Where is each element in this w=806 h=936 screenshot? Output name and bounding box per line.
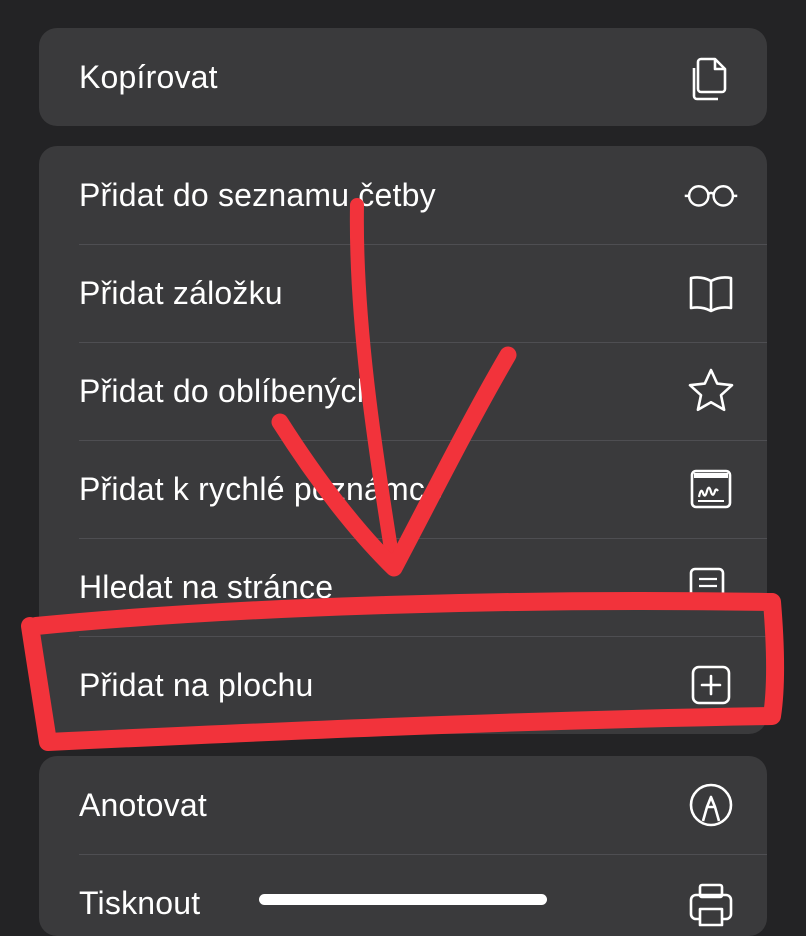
copy-icon <box>683 49 739 105</box>
menu-item-label: Tisknout <box>79 884 201 921</box>
book-icon <box>683 265 739 321</box>
menu-item-find-on-page[interactable]: Hledat na stránce <box>39 538 767 636</box>
menu-group-actions: Anotovat Tisknout <box>39 756 767 936</box>
star-icon <box>683 363 739 419</box>
printer-icon <box>683 875 739 931</box>
menu-item-quick-note[interactable]: Přidat k rychlé poznámce <box>39 440 767 538</box>
menu-item-add-to-home-screen[interactable]: Přidat na plochu <box>39 636 767 734</box>
find-in-page-icon <box>683 559 739 615</box>
menu-item-label: Přidat na plochu <box>79 666 314 703</box>
menu-item-copy[interactable]: Kopírovat <box>39 28 767 126</box>
menu-item-label: Hledat na stránce <box>79 568 334 605</box>
menu-item-markup[interactable]: Anotovat <box>39 756 767 854</box>
menu-item-favorites[interactable]: Přidat do oblíbených <box>39 342 767 440</box>
quick-note-icon <box>683 461 739 517</box>
glasses-icon <box>683 167 739 223</box>
menu-item-bookmark[interactable]: Přidat záložku <box>39 244 767 342</box>
menu-item-label: Přidat do oblíbených <box>79 372 375 409</box>
menu-group-add: Přidat do seznamu četby Přidat záložku P… <box>39 146 767 734</box>
menu-item-label: Kopírovat <box>79 58 218 95</box>
menu-group-copy: Kopírovat <box>39 28 767 126</box>
menu-item-label: Přidat záložku <box>79 274 283 311</box>
menu-item-label: Přidat k rychlé poznámce <box>79 470 444 507</box>
menu-item-label: Anotovat <box>79 786 207 823</box>
markup-icon <box>683 777 739 833</box>
add-square-icon <box>683 657 739 713</box>
menu-item-reading-list[interactable]: Přidat do seznamu četby <box>39 146 767 244</box>
menu-item-label: Přidat do seznamu četby <box>79 176 436 213</box>
home-indicator[interactable] <box>259 894 547 905</box>
